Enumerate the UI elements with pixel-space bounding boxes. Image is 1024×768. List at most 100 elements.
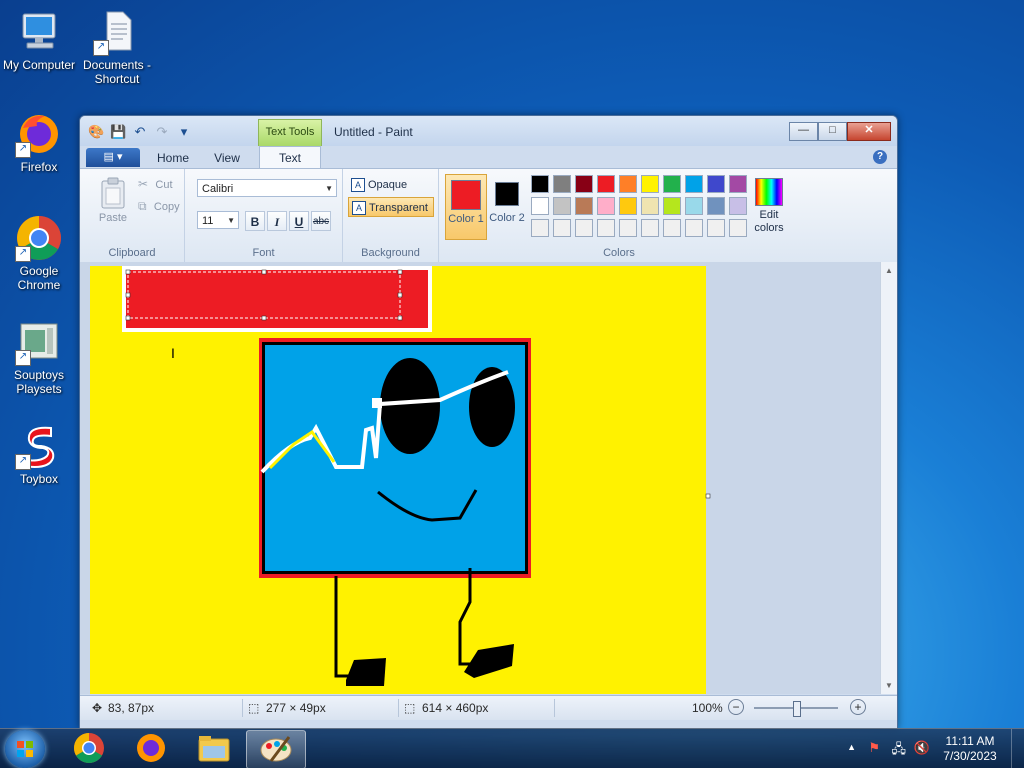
opaque-option[interactable]: A Opaque [348,175,434,195]
font-size-select[interactable]: 11 ▼ [197,211,239,229]
palette-swatch[interactable] [663,219,681,237]
drawing-canvas[interactable]: I [80,262,880,694]
undo-icon[interactable]: ↶ [132,124,148,140]
quick-access-toolbar: 🎨 💾 ↶ ↷ ▾ [88,124,192,140]
underline-button[interactable]: U [289,211,309,231]
palette-swatch[interactable] [619,197,637,215]
color1-label: Color 1 [448,213,484,225]
background-group-label: Background [361,247,420,259]
color2-swatch [495,182,519,206]
status-bar: ✥ 83, 87px ⬚ 277 × 49px ⬚ 614 × 460px 10… [80,695,897,720]
volume-muted-icon[interactable]: 🔇 [914,740,930,756]
palette-swatch[interactable] [663,175,681,193]
palette-swatch[interactable] [553,197,571,215]
minimize-button[interactable]: — [789,122,818,141]
palette-swatch[interactable] [553,175,571,193]
palette-swatch[interactable] [531,197,549,215]
desktop-icon-firefox[interactable]: ↗ Firefox [1,110,77,174]
scroll-up-icon[interactable]: ▲ [885,266,893,275]
copy-button[interactable]: ⧉ Copy [138,199,180,217]
help-icon[interactable]: ? [873,150,887,164]
palette-swatch[interactable] [641,175,659,193]
text-tools-context-tab: Text Tools [258,119,322,146]
document-icon: ↗ [93,8,141,56]
font-family-select[interactable]: Calibri ▼ [197,179,337,197]
maximize-button[interactable]: □ [818,122,847,141]
paint-app-icon[interactable]: 🎨 [88,124,104,140]
palette-swatch[interactable] [597,197,615,215]
palette-swatch[interactable] [685,219,703,237]
palette-swatch[interactable] [553,219,571,237]
show-hidden-icons-icon[interactable]: ▲ [847,742,856,752]
desktop-icon-google-chrome[interactable]: ↗ Google Chrome [1,214,77,292]
edit-colors-button[interactable]: Edit colors [745,174,793,238]
strikethrough-button[interactable]: abc [311,211,331,231]
taskbar-firefox[interactable] [122,730,180,767]
tab-view[interactable]: View [206,149,248,168]
palette-swatch[interactable] [641,219,659,237]
palette-swatch[interactable] [597,175,615,193]
scroll-down-icon[interactable]: ▼ [885,681,893,690]
zoom-in-button[interactable]: + [850,699,866,715]
cut-button[interactable]: ✂ Cut [138,177,173,195]
transparent-icon: A [352,201,366,215]
palette-swatch[interactable] [619,175,637,193]
redo-icon[interactable]: ↷ [154,124,170,140]
desktop-icon-my-computer[interactable]: My Computer [1,8,77,72]
tab-home[interactable]: Home [152,149,194,168]
palette-swatch[interactable] [707,197,725,215]
palette-swatch[interactable] [641,197,659,215]
ribbon-tabs: ▤ ▾ Home View Text ? [80,146,897,169]
zoom-slider[interactable] [754,701,838,717]
scissors-icon: ✂ [138,177,149,191]
shortcut-arrow-icon: ↗ [15,350,31,366]
canvas-resize-handle[interactable] [705,493,711,499]
bold-button[interactable]: B [245,211,265,231]
clock-time: 11:11 AM [945,734,995,748]
palette-swatch[interactable] [531,175,549,193]
colors-group: Color 1 Color 2 Edit colors Colors [439,169,799,262]
color1-button[interactable]: Color 1 [445,174,487,240]
close-button[interactable]: ✕ [847,122,891,141]
paint-menu-button[interactable]: ▤ ▾ [86,148,140,167]
palette-swatch[interactable] [597,219,615,237]
opaque-icon: A [351,178,365,192]
taskbar-paint[interactable] [246,730,306,768]
color2-button[interactable]: Color 2 [487,174,527,238]
palette-swatch[interactable] [575,197,593,215]
desktop-icon-souptoys[interactable]: ↗ Souptoys Playsets [1,318,77,396]
customize-qat-icon[interactable]: ▾ [176,124,192,140]
palette-swatch[interactable] [685,197,703,215]
taskbar-file-explorer[interactable] [184,730,242,767]
save-icon[interactable]: 💾 [110,124,126,140]
palette-swatch[interactable] [707,219,725,237]
clipboard-group-label: Clipboard [108,247,156,259]
italic-button[interactable]: I [267,211,287,231]
computer-icon [15,8,63,56]
zoom-out-button[interactable]: − [728,699,744,715]
tab-text[interactable]: Text [259,146,321,169]
palette-swatch[interactable] [531,219,549,237]
start-button[interactable] [5,730,45,768]
font-group: Calibri ▼ 11 ▼ B I U abc Font [185,169,343,262]
zoom-slider-thumb[interactable] [793,701,801,717]
clock[interactable]: 11:11 AM 7/30/2023 [940,734,1000,764]
desktop-icon-documents-shortcut[interactable]: ↗ Documents - Shortcut [79,8,155,86]
desktop-icon-label: Firefox [20,160,58,174]
paste-button[interactable]: Paste [90,175,136,231]
font-family-value: Calibri [202,183,234,195]
color-wheel-icon [755,178,783,206]
palette-swatch[interactable] [575,219,593,237]
palette-swatch[interactable] [575,175,593,193]
taskbar-chrome[interactable] [60,730,118,767]
desktop-icon-toybox[interactable]: ↗ Toybox [1,422,77,486]
action-center-icon[interactable]: ⚑ [868,740,880,756]
palette-swatch[interactable] [685,175,703,193]
transparent-option[interactable]: A Transparent [348,197,434,217]
palette-swatch[interactable] [663,197,681,215]
palette-swatch[interactable] [619,219,637,237]
vertical-scrollbar[interactable]: ▲ ▼ [880,262,897,694]
palette-swatch[interactable] [707,175,725,193]
show-desktop-button[interactable] [1011,729,1024,768]
network-icon[interactable]: 🖧 [892,740,907,762]
